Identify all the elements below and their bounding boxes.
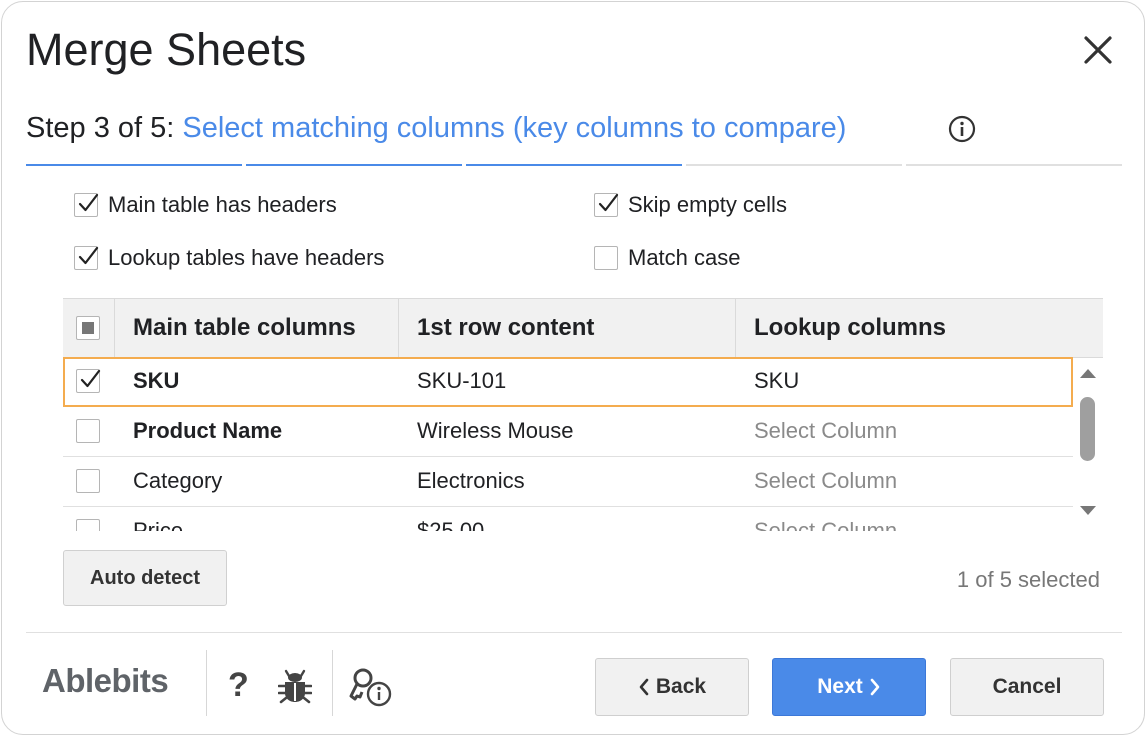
- check-icon: [598, 193, 619, 212]
- lookup-headers-checkbox[interactable]: [74, 246, 99, 270]
- main-headers-checkbox[interactable]: [74, 193, 99, 217]
- header-lookup-columns[interactable]: Lookup columns: [736, 299, 1103, 357]
- merge-sheets-dialog: Merge Sheets Step 3 of 5: Select matchin…: [1, 1, 1145, 735]
- option-match-case[interactable]: Match case: [594, 244, 741, 272]
- back-label: Back: [655, 675, 707, 698]
- header-main-columns[interactable]: Main table columns: [115, 299, 399, 357]
- chevron-down-icon[interactable]: [1079, 505, 1097, 517]
- close-button[interactable]: [1078, 30, 1118, 70]
- table-header: Main table columns 1st row content Looku…: [63, 299, 1103, 358]
- option-lookup-headers[interactable]: Lookup tables have headers: [74, 244, 384, 272]
- progress-segment-2: [246, 164, 462, 166]
- option-main-headers[interactable]: Main table has headers: [74, 191, 337, 219]
- select-all-checkbox[interactable]: [76, 316, 100, 340]
- row-checkbox[interactable]: [76, 469, 100, 493]
- check-icon: [78, 246, 99, 265]
- selection-count: 1 of 5 selected: [956, 567, 1100, 592]
- back-button[interactable]: Back: [595, 658, 749, 716]
- chevron-up-icon[interactable]: [1079, 367, 1097, 379]
- header-row-content[interactable]: 1st row content: [399, 299, 736, 357]
- footer-separator: [332, 650, 333, 716]
- first-row-content: SKU-101: [417, 368, 507, 393]
- progress-segment-4: [686, 164, 902, 166]
- info-icon[interactable]: [948, 115, 976, 143]
- progress-segment-1: [26, 164, 242, 166]
- lookup-headers-label: Lookup tables have headers: [108, 245, 385, 270]
- step-prefix: Step 3 of 5:: [26, 112, 175, 144]
- indeterminate-icon: [82, 322, 94, 334]
- first-row-content: Electronics: [417, 468, 525, 493]
- progress-segment-3: [466, 164, 682, 166]
- first-row-content: Wireless Mouse: [417, 418, 574, 443]
- table-row[interactable]: Product Name Wireless Mouse Select Column: [63, 407, 1073, 457]
- row-checkbox[interactable]: [76, 369, 101, 393]
- row-checkbox[interactable]: [76, 419, 100, 443]
- check-icon: [78, 193, 99, 212]
- lookup-column-select[interactable]: Select Column: [754, 507, 897, 531]
- scrollbar-thumb[interactable]: [1080, 397, 1095, 461]
- main-column-name: Category: [133, 468, 223, 493]
- next-label: Next: [817, 675, 863, 698]
- lookup-column-select[interactable]: Select Column: [754, 407, 897, 455]
- auto-detect-button[interactable]: Auto detect: [63, 550, 227, 606]
- match-case-checkbox[interactable]: [594, 246, 618, 270]
- footer-divider: [26, 632, 1122, 633]
- table-row[interactable]: SKU SKU-101 SKU: [63, 357, 1073, 407]
- lookup-column-select[interactable]: SKU: [754, 357, 799, 405]
- skip-empty-label: Skip empty cells: [628, 192, 787, 217]
- first-row-content: $25.00: [417, 518, 485, 531]
- table-row[interactable]: Category Electronics Select Column: [63, 457, 1073, 507]
- main-column-name: Price: [133, 518, 184, 531]
- footer-separator: [206, 650, 207, 716]
- step-progress-bar: [26, 164, 1122, 166]
- match-case-label: Match case: [628, 245, 741, 270]
- columns-table: Main table columns 1st row content Looku…: [63, 298, 1103, 531]
- check-icon: [80, 369, 101, 388]
- dialog-title: Merge Sheets: [26, 24, 307, 75]
- main-headers-label: Main table has headers: [108, 192, 337, 217]
- table-row[interactable]: Price $25.00 Select Column: [63, 507, 1073, 531]
- bug-icon[interactable]: [278, 668, 312, 704]
- step-name: Select matching columns (key columns to …: [182, 112, 847, 144]
- lookup-column-select[interactable]: Select Column: [754, 457, 897, 505]
- main-column-name: Product Name: [133, 418, 283, 443]
- step-heading: Step 3 of 5: Select matching columns (ke…: [26, 110, 846, 146]
- main-column-name: SKU: [133, 368, 180, 393]
- skip-empty-checkbox[interactable]: [594, 193, 619, 217]
- help-icon[interactable]: ?: [228, 666, 249, 705]
- select-all-cell: [63, 299, 115, 357]
- cancel-button[interactable]: Cancel: [950, 658, 1104, 716]
- key-info-icon[interactable]: [348, 666, 394, 708]
- progress-segment-5: [906, 164, 1122, 166]
- row-checkbox[interactable]: [76, 519, 100, 531]
- next-button[interactable]: Next: [772, 658, 926, 716]
- chevron-right-icon: [870, 678, 880, 696]
- ablebits-logo: Ablebits: [42, 662, 169, 699]
- option-skip-empty[interactable]: Skip empty cells: [594, 191, 787, 219]
- chevron-left-icon: [639, 678, 649, 696]
- close-icon: [1084, 36, 1112, 64]
